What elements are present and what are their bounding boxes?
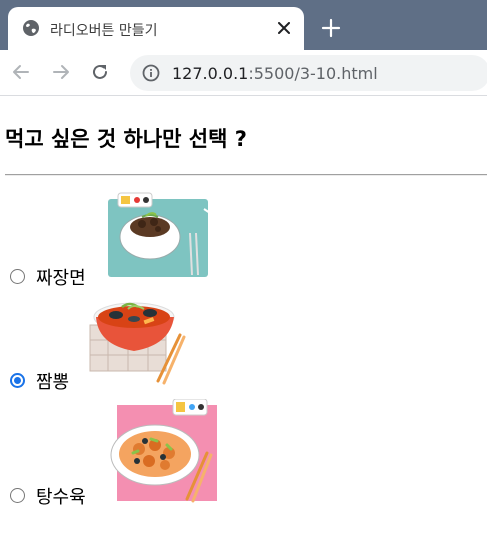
back-button[interactable] xyxy=(10,61,32,83)
url-path: :5500/3-10.html xyxy=(248,64,378,83)
tab-close-button[interactable] xyxy=(274,18,294,38)
page-content: 먹고 싶은 것 하나만 선택 ? 짜장면 짬뽕 탕수육 xyxy=(0,97,487,560)
page-title: 먹고 싶은 것 하나만 선택 ? xyxy=(5,127,247,151)
browser-tab[interactable]: 라디오버튼 만들기 xyxy=(8,7,304,50)
reload-button[interactable] xyxy=(89,61,111,83)
arrow-left-icon xyxy=(13,65,29,79)
radio-label[interactable]: 짜장면 xyxy=(36,264,86,290)
new-tab-icon[interactable] xyxy=(320,17,342,39)
url-text[interactable]: 127.0.0.1:5500/3-10.html xyxy=(172,64,378,83)
forward-button[interactable] xyxy=(50,61,72,83)
browser-toolbar: 127.0.0.1:5500/3-10.html xyxy=(0,50,487,96)
jajangmyeon-image xyxy=(108,192,211,277)
globe-icon xyxy=(23,20,39,36)
address-bar[interactable]: 127.0.0.1:5500/3-10.html xyxy=(130,55,487,91)
arrow-right-icon xyxy=(53,65,69,79)
jjamppong-image xyxy=(89,302,186,385)
tab-strip: 라디오버튼 만들기 xyxy=(0,0,487,50)
reload-icon xyxy=(93,64,107,79)
close-icon xyxy=(278,22,290,34)
horizontal-rule xyxy=(5,174,487,176)
url-host: 127.0.0.1 xyxy=(172,64,249,83)
radio-label[interactable]: 탕수육 xyxy=(36,483,86,509)
tangsuyuk-image xyxy=(110,399,217,503)
radio-button[interactable] xyxy=(10,373,25,388)
radio-button[interactable] xyxy=(10,269,25,284)
tab-title: 라디오버튼 만들기 xyxy=(50,23,158,39)
radio-button[interactable] xyxy=(10,488,25,503)
info-icon[interactable] xyxy=(142,64,160,82)
radio-label[interactable]: 짬뽕 xyxy=(36,368,69,394)
